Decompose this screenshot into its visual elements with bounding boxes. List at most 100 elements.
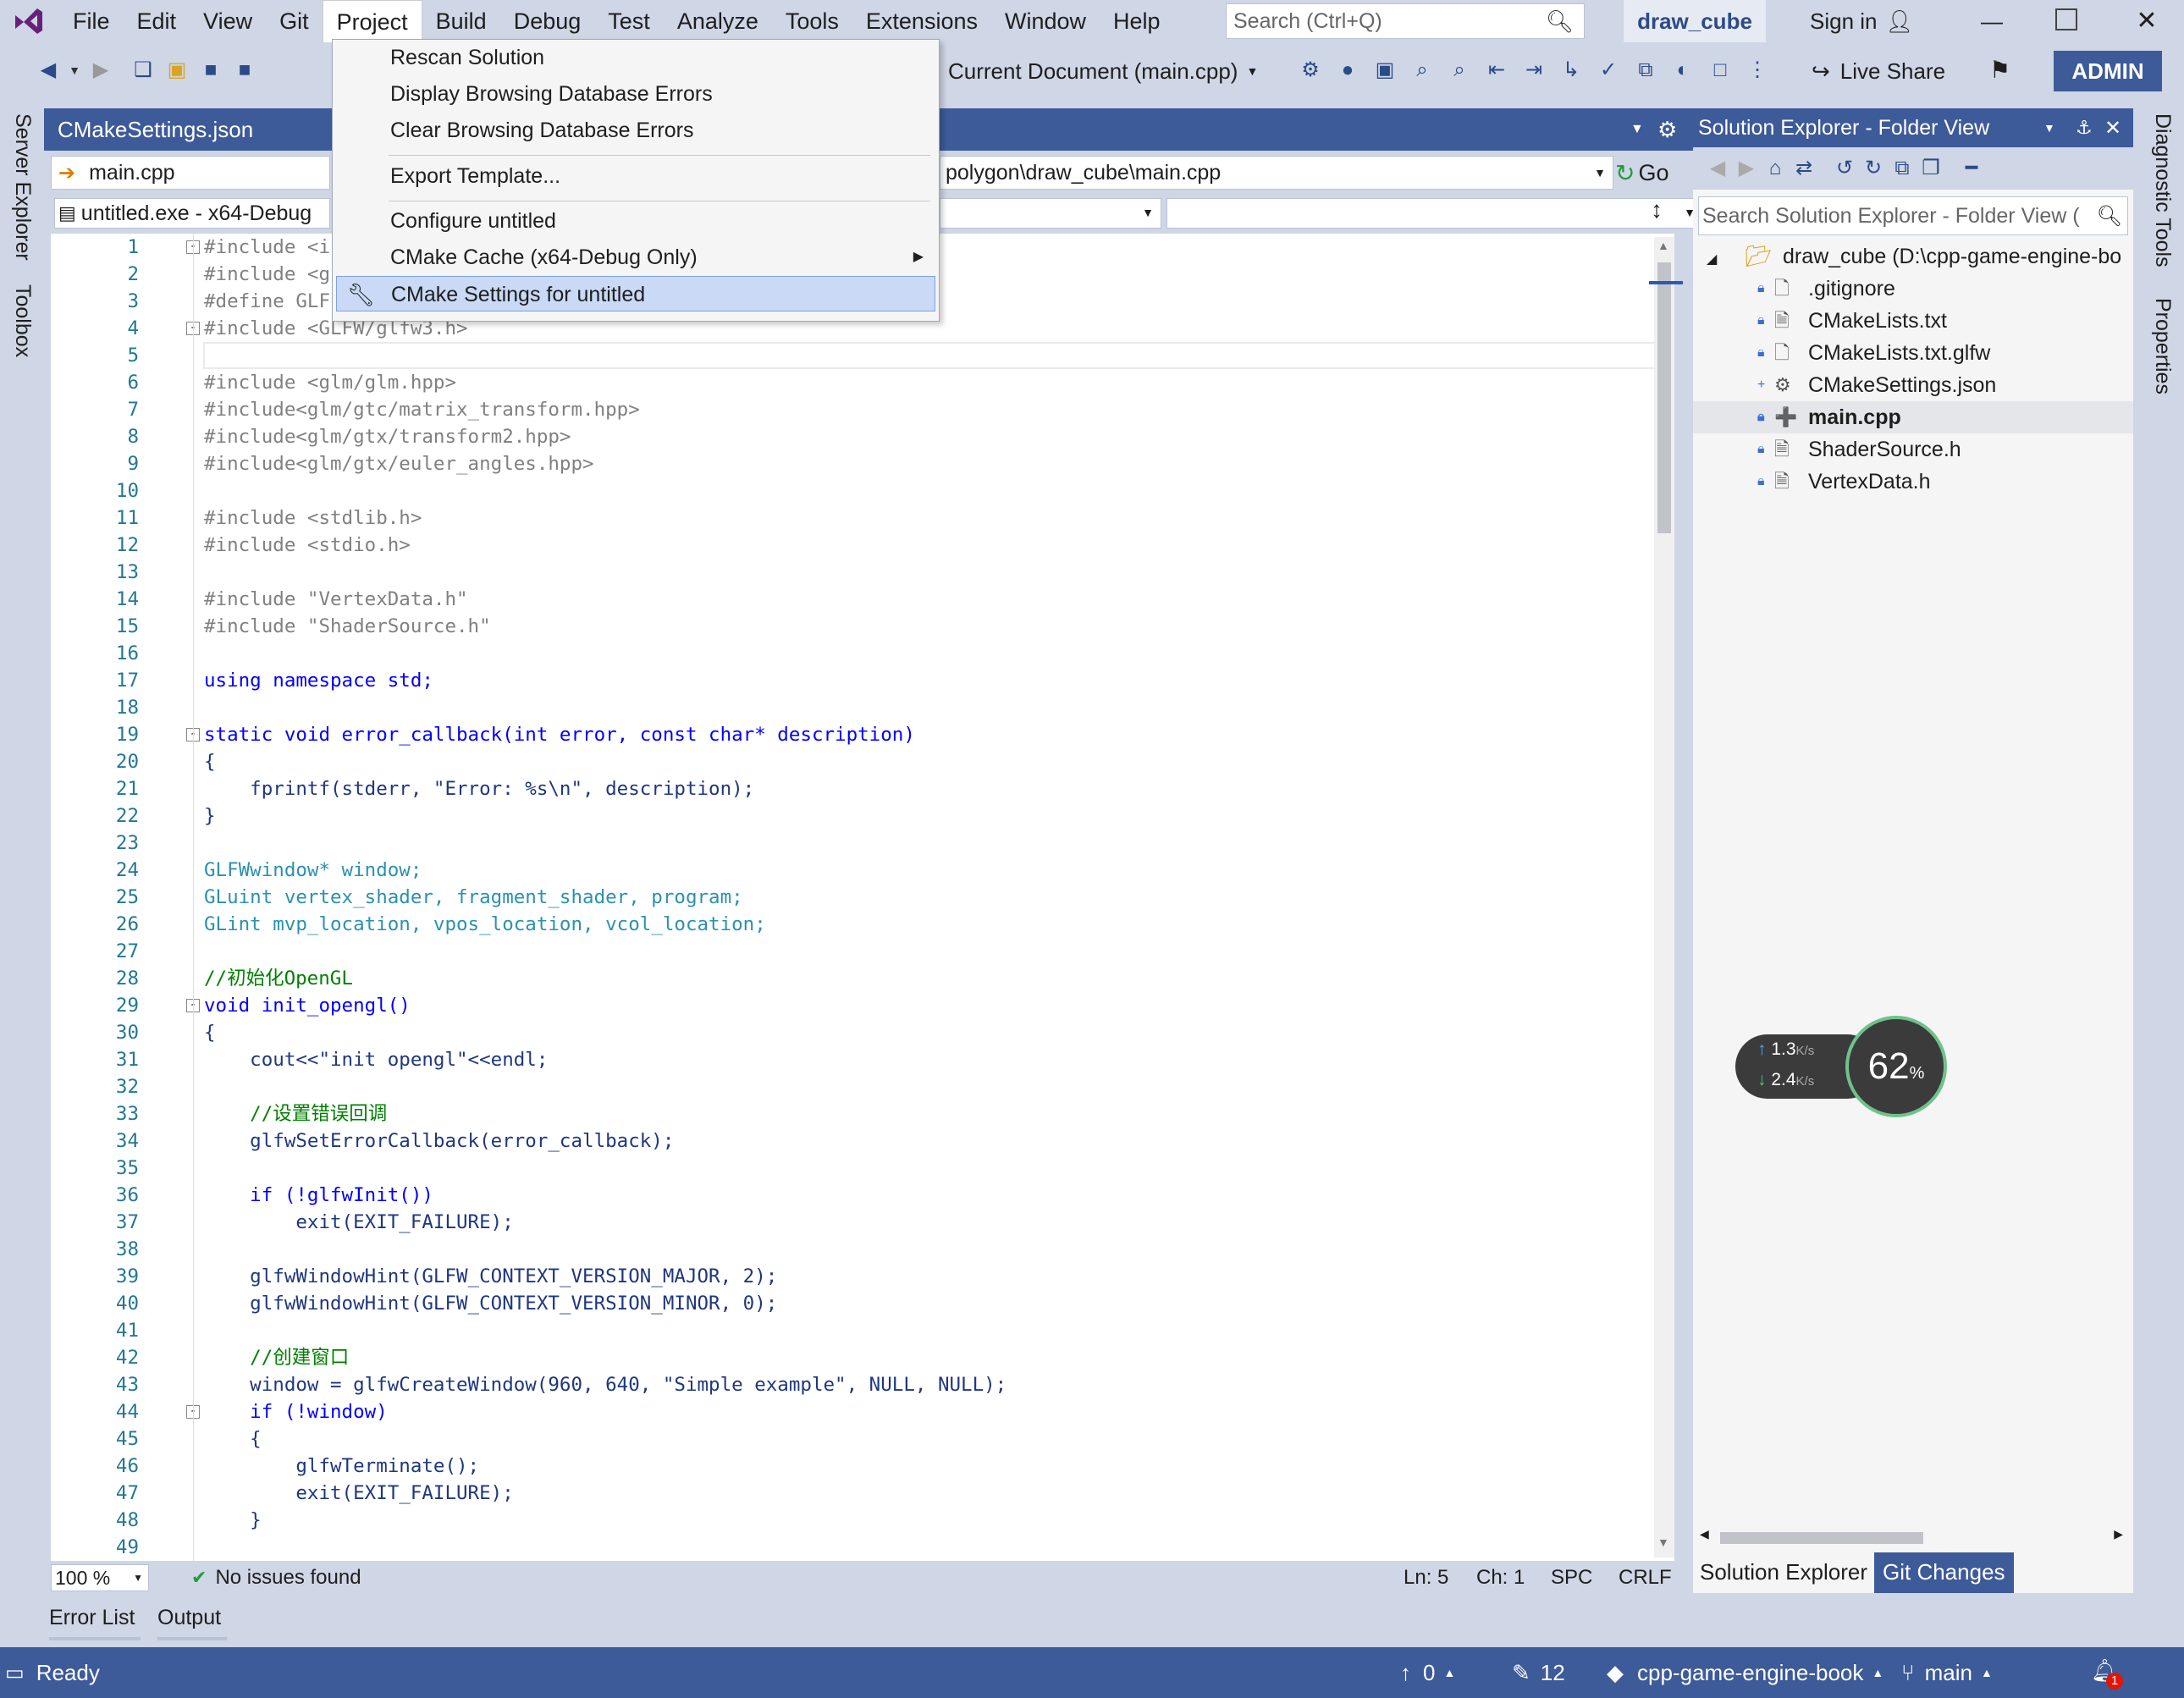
network-monitor-widget[interactable]: ↑ 1.3K/s ↓ 2.4K/s 62% bbox=[1735, 1016, 1947, 1117]
breakpoint-icon[interactable]: ● bbox=[1332, 56, 1363, 85]
menu-test[interactable]: Test bbox=[594, 0, 664, 42]
forward-icon[interactable]: ▶ bbox=[86, 56, 115, 85]
disabled-tool-icon[interactable]: □ bbox=[1705, 56, 1735, 85]
collapse-all-icon[interactable]: ⧉ bbox=[1888, 154, 1917, 183]
tree-item-gitignore[interactable]: 🔒︎ 🗋 .gitignore bbox=[1693, 273, 2133, 305]
menu-configure-untitled[interactable]: Configure untitled bbox=[336, 203, 935, 239]
open-folder-icon[interactable]: ▣ bbox=[163, 56, 191, 85]
find-next-icon[interactable]: ⌕ bbox=[1444, 56, 1475, 85]
menu-edit[interactable]: Edit bbox=[124, 0, 190, 42]
tab-solution-explorer[interactable]: Solution Explorer bbox=[1693, 1552, 1874, 1593]
sign-in-button[interactable]: Sign in 👤︎ bbox=[1810, 0, 1914, 42]
menu-analyze[interactable]: Analyze bbox=[664, 0, 772, 42]
column-number[interactable]: Ch: 1 bbox=[1476, 1563, 1525, 1593]
menu-view[interactable]: View bbox=[190, 0, 266, 42]
new-project-icon[interactable]: ❑ bbox=[129, 56, 157, 85]
menu-export-template[interactable]: Export Template... bbox=[336, 158, 935, 194]
tree-item-shadersource[interactable]: 🔒︎ 🗎 ShaderSource.h bbox=[1693, 433, 2133, 466]
tab-error-list[interactable]: Error List bbox=[49, 1595, 135, 1640]
tree-item-main-cpp[interactable]: 🔒︎ ➕ main.cpp bbox=[1693, 401, 2133, 433]
window-icon[interactable]: ⧉ bbox=[1630, 56, 1661, 85]
menu-debug[interactable]: Debug bbox=[500, 0, 595, 42]
sync-icon[interactable]: ↺ bbox=[1830, 154, 1859, 183]
path-dropdown[interactable]: polygon\draw_cube\main.cpp ▼ bbox=[940, 156, 1613, 190]
split-icon[interactable]: ↕ bbox=[1651, 196, 1663, 223]
menu-window[interactable]: Window bbox=[991, 0, 1100, 42]
live-share-button[interactable]: ↪ Live Share bbox=[1812, 52, 1945, 90]
line-number[interactable]: Ln: 5 bbox=[1404, 1563, 1448, 1593]
back-icon[interactable]: ◀ bbox=[1703, 154, 1732, 183]
tab-output[interactable]: Output bbox=[157, 1595, 221, 1640]
save-icon[interactable]: ■ bbox=[196, 56, 225, 85]
menu-file[interactable]: File bbox=[59, 0, 124, 42]
changes-indicator[interactable]: ✎ 12 bbox=[1512, 1647, 1565, 1698]
step-forward-icon[interactable]: ⇥ bbox=[1519, 56, 1549, 85]
save-all-icon[interactable]: ■ bbox=[230, 56, 259, 85]
menu-display-browsing-errors[interactable]: Display Browsing Database Errors bbox=[336, 76, 935, 112]
close-button[interactable]: ✕ bbox=[2130, 0, 2164, 42]
repo-selector[interactable]: ◆ cpp-game-engine-book ▲ bbox=[1607, 1647, 1883, 1698]
scope-dropdown[interactable]: ▼ bbox=[940, 198, 1161, 229]
whitespace-mode[interactable]: SPC bbox=[1551, 1563, 1592, 1593]
file-dropdown[interactable]: ➔ main.cpp bbox=[51, 156, 330, 190]
vertical-scrollbar[interactable]: ▲ ▼ bbox=[1654, 237, 1674, 1557]
home-icon[interactable]: ⌂ bbox=[1761, 154, 1790, 183]
scroll-up-icon[interactable]: ▲ bbox=[1657, 239, 1669, 252]
menu-tools[interactable]: Tools bbox=[772, 0, 852, 42]
back-icon[interactable]: ◀ bbox=[34, 56, 63, 85]
menu-rescan-solution[interactable]: Rescan Solution bbox=[336, 40, 935, 75]
show-all-files-icon[interactable]: ❐ bbox=[1917, 154, 1945, 183]
feedback-icon[interactable]: ⚑ bbox=[1989, 56, 2010, 84]
menu-cmake-settings[interactable]: 🔧︎ CMake Settings for untitled bbox=[336, 276, 935, 311]
pin-icon[interactable]: ⚓︎ bbox=[2076, 117, 2093, 139]
scroll-down-icon[interactable]: ▼ bbox=[1657, 1535, 1669, 1549]
find-icon[interactable]: ⌕ bbox=[1407, 56, 1437, 85]
search-input[interactable]: Search (Ctrl+Q) 🔍︎ bbox=[1226, 3, 1585, 39]
close-icon[interactable]: ✕ bbox=[2104, 116, 2121, 141]
zoom-dropdown[interactable]: 100 % ▼ bbox=[51, 1564, 149, 1591]
maximize-button[interactable] bbox=[2055, 8, 2077, 30]
tree-item-cmakelists[interactable]: 🔒︎ 🗎 CMakeLists.txt bbox=[1693, 305, 2133, 337]
toggle-icon[interactable]: ◐ bbox=[1668, 56, 1698, 85]
menu-clear-browsing-errors[interactable]: Clear Browsing Database Errors bbox=[336, 113, 935, 148]
horizontal-scrollbar[interactable]: ◀ ▶ bbox=[1700, 1527, 2123, 1547]
diagnostic-tools-tab[interactable]: Diagnostic Tools bbox=[2150, 113, 2175, 267]
issues-indicator[interactable]: ✔ No issues found bbox=[191, 1563, 361, 1593]
find-scope-dropdown[interactable]: Current Document (main.cpp) ▼ bbox=[948, 52, 1258, 90]
toolbox-tab[interactable]: Toolbox bbox=[10, 284, 35, 357]
tab-cmakesettings[interactable]: CMakeSettings.json bbox=[58, 108, 253, 151]
target-dropdown[interactable]: ▤ untitled.exe - x64-Debug bbox=[54, 198, 330, 229]
branch-selector[interactable]: ⑂ main ▲ bbox=[1901, 1647, 1993, 1698]
tree-item-vertexdata[interactable]: 🔒︎ 🗎 VertexData.h bbox=[1693, 466, 2133, 498]
tab-list-icon[interactable]: ▼ bbox=[1630, 108, 1644, 151]
menu-project[interactable]: Project bbox=[322, 0, 422, 43]
overflow-icon[interactable]: ⋮ bbox=[1742, 56, 1773, 85]
properties-tab[interactable]: Properties bbox=[2150, 298, 2175, 394]
switch-views-icon[interactable]: ⇄ bbox=[1790, 154, 1818, 183]
forward-icon[interactable]: ▶ bbox=[1732, 154, 1761, 183]
attach-icon[interactable]: ⚙ bbox=[1295, 56, 1326, 85]
scroll-thumb[interactable] bbox=[1720, 1532, 1923, 1544]
open-file-icon[interactable]: ▣ bbox=[1370, 56, 1400, 85]
gear-icon[interactable]: ⚙ bbox=[1657, 108, 1677, 151]
menu-extensions[interactable]: Extensions bbox=[852, 0, 991, 42]
properties-icon[interactable]: ━ bbox=[1957, 154, 1986, 183]
dropdown-icon[interactable]: ▼ bbox=[68, 56, 81, 85]
tab-git-changes[interactable]: Git Changes bbox=[1874, 1552, 2014, 1593]
admin-badge[interactable]: ADMIN bbox=[2054, 51, 2162, 91]
step-back-icon[interactable]: ⇤ bbox=[1481, 56, 1512, 85]
tree-root[interactable]: ◢ 📂︎ draw_cube (D:\cpp-game-engine-bo bbox=[1707, 240, 2121, 273]
scroll-right-icon[interactable]: ▶ bbox=[2114, 1527, 2123, 1541]
step-out-icon[interactable]: ↳ bbox=[1556, 56, 1586, 85]
scroll-thumb[interactable] bbox=[1657, 262, 1671, 533]
minimize-button[interactable]: — bbox=[1977, 0, 2006, 42]
chevron-down-icon[interactable]: ▼ bbox=[2043, 121, 2055, 135]
code-editor[interactable]: 1-#include <i2#include <g3#define GLF4-#… bbox=[51, 234, 1674, 1561]
menu-git[interactable]: Git bbox=[266, 0, 323, 42]
menu-help[interactable]: Help bbox=[1100, 0, 1174, 42]
refresh-icon[interactable]: ↻ bbox=[1859, 154, 1888, 183]
tree-item-cmakesettings[interactable]: + ⚙ CMakeSettings.json bbox=[1693, 369, 2133, 401]
go-button[interactable]: ↻ Go bbox=[1615, 156, 1679, 190]
solution-search-input[interactable]: Search Solution Explorer - Folder View (… bbox=[1698, 196, 2128, 235]
tree-item-cmakelists-glfw[interactable]: 🔒︎ 🗋 CMakeLists.txt.glfw bbox=[1693, 337, 2133, 369]
